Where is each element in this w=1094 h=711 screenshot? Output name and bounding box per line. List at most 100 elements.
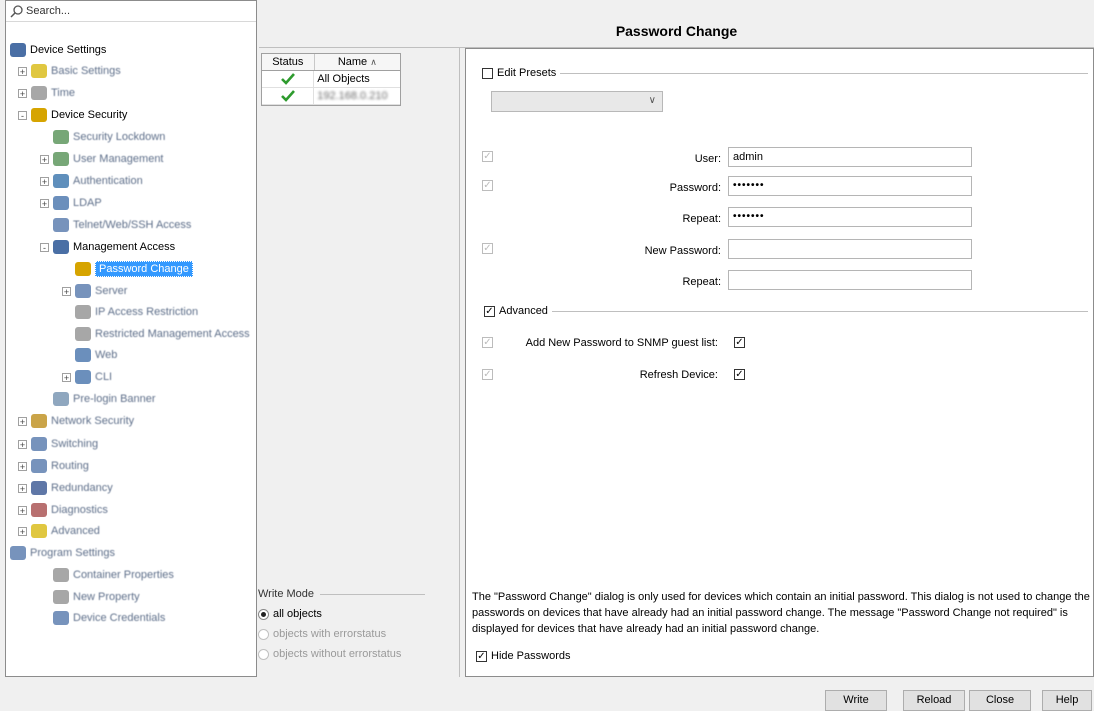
table-row[interactable]: All Objects: [262, 71, 400, 88]
edit-presets-label: Edit Presets: [497, 67, 557, 79]
tree-node-icon: [31, 503, 47, 517]
close-button[interactable]: Close: [969, 690, 1031, 711]
expand-icon[interactable]: +: [62, 286, 71, 296]
tree-item-security-lockdown[interactable]: Security Lockdown: [40, 127, 165, 147]
page-title: Password Change: [259, 15, 1094, 48]
tree-item-new-property[interactable]: New Property: [40, 587, 140, 607]
user-field[interactable]: admin: [728, 147, 972, 167]
tree-node-icon: [10, 546, 26, 560]
snmp-enable-checkbox[interactable]: ✓: [482, 337, 493, 348]
write-mode-legend: Write Mode: [258, 588, 315, 600]
tree-root-device-settings[interactable]: Device Settings: [10, 40, 106, 60]
snmp-label: Add New Password to SNMP guest list:: [525, 337, 718, 349]
tree-item-authentication[interactable]: + Authentication: [40, 171, 143, 191]
user-label: User:: [694, 153, 721, 165]
tree-node-icon: [53, 152, 69, 166]
expand-icon[interactable]: +: [40, 154, 49, 164]
help-button[interactable]: Help: [1042, 690, 1092, 711]
tree-node-icon: [75, 327, 91, 341]
tree-item-server[interactable]: + Server: [62, 281, 127, 301]
tree-item-switching[interactable]: + Switching: [18, 434, 98, 454]
tree-node-icon: [75, 348, 91, 362]
tree-item-container-properties[interactable]: Container Properties: [40, 565, 174, 585]
table-header: Status Name ∧: [262, 54, 400, 71]
expand-icon[interactable]: +: [18, 416, 27, 426]
radio-button[interactable]: [258, 608, 269, 620]
tree-item-label: IP Access Restriction: [95, 306, 199, 318]
snmp-checkbox[interactable]: ✓: [734, 337, 745, 348]
tree-item-web[interactable]: Web: [62, 345, 117, 365]
column-header-name[interactable]: Name ∧: [315, 54, 400, 70]
radio-objects-without-errorstatus[interactable]: objects without errorstatus: [258, 648, 425, 660]
refresh-enable-checkbox[interactable]: ✓: [482, 369, 493, 380]
repeat-password-field[interactable]: •••••••: [728, 207, 972, 227]
password-field[interactable]: •••••••: [728, 176, 972, 196]
collapse-icon[interactable]: -: [18, 110, 27, 120]
presets-dropdown[interactable]: ∨: [491, 91, 663, 112]
tree-item-network-security[interactable]: + Network Security: [18, 411, 134, 431]
tree-node-icon: [75, 262, 91, 276]
expand-icon[interactable]: +: [18, 66, 27, 76]
hide-passwords-label: Hide Passwords: [491, 650, 571, 662]
tree-item-program-settings[interactable]: Program Settings: [10, 543, 115, 563]
write-button[interactable]: Write: [825, 690, 887, 711]
table-row[interactable]: 192.168.0.210: [262, 88, 400, 105]
expand-icon[interactable]: +: [18, 483, 27, 493]
radio-button[interactable]: [258, 628, 269, 640]
refresh-device-checkbox[interactable]: ✓: [734, 369, 745, 380]
tree-item-basic-settings[interactable]: + Basic Settings: [18, 61, 121, 81]
password-enable-checkbox[interactable]: ✓: [482, 180, 493, 191]
expand-icon[interactable]: +: [18, 526, 27, 536]
expand-icon[interactable]: +: [18, 88, 27, 98]
new-password-enable-checkbox[interactable]: ✓: [482, 243, 493, 254]
tree-item-time[interactable]: + Time: [18, 83, 75, 103]
tree-item-label: Switching: [51, 438, 99, 450]
reload-button[interactable]: Reload: [903, 690, 965, 711]
tree-item-user-management[interactable]: + User Management: [40, 149, 164, 169]
search-icon: [10, 4, 23, 18]
tree-item-redundancy[interactable]: + Redundancy: [18, 478, 113, 498]
tree-item-ldap[interactable]: + LDAP: [40, 193, 102, 213]
tree-item-cli[interactable]: + CLI: [62, 367, 112, 387]
tree-item-device-credentials[interactable]: Device Credentials: [40, 608, 165, 628]
radio-objects-with-errorstatus[interactable]: objects with errorstatus: [258, 628, 425, 640]
collapse-icon[interactable]: -: [40, 242, 49, 252]
expand-icon[interactable]: +: [40, 198, 49, 208]
expand-icon[interactable]: +: [18, 461, 27, 471]
tree-item-telnet-web-ssh-access[interactable]: Telnet/Web/SSH Access: [40, 215, 191, 235]
tree-item-pre-login-banner[interactable]: Pre-login Banner: [40, 389, 156, 409]
tree-search[interactable]: Search...: [6, 1, 256, 22]
repeat-new-password-field[interactable]: [728, 270, 972, 290]
column-header-name-label: Name: [337, 56, 368, 68]
tree-item-label: Time: [51, 87, 76, 99]
device-list-panel: Status Name ∧ All Objects 192.168.0.210: [259, 48, 460, 677]
expand-icon[interactable]: +: [62, 372, 71, 382]
radio-button[interactable]: [258, 648, 269, 660]
tree-item-ip-access-restriction[interactable]: IP Access Restriction: [62, 302, 198, 322]
edit-presets-checkbox[interactable]: [482, 67, 493, 79]
column-header-status[interactable]: Status: [262, 54, 315, 70]
tree-item-password-change[interactable]: Password Change: [62, 259, 193, 279]
tree-item-restricted-management-access[interactable]: Restricted Management Access: [62, 324, 250, 344]
radio-all-objects[interactable]: all objects: [258, 608, 425, 620]
expand-icon[interactable]: +: [18, 439, 27, 449]
tree-item-label: User Management: [73, 153, 164, 165]
tree-item-diagnostics[interactable]: + Diagnostics: [18, 500, 108, 520]
expand-icon[interactable]: +: [18, 505, 27, 515]
new-password-field[interactable]: [728, 239, 972, 259]
tree-item-label: Restricted Management Access: [95, 328, 250, 340]
tree-node-icon: [31, 437, 47, 451]
tree-item-management-access[interactable]: - Management Access: [40, 237, 175, 257]
hide-passwords-checkbox[interactable]: ✓: [476, 650, 487, 662]
tree-item-device-security[interactable]: - Device Security: [18, 105, 127, 125]
tree-item-advanced[interactable]: + Advanced: [18, 521, 100, 541]
advanced-label: Advanced: [499, 305, 548, 317]
tree-node-icon: [53, 590, 69, 604]
tree-item-label: Device Credentials: [73, 612, 166, 624]
expand-icon[interactable]: +: [40, 176, 49, 186]
tree-item-routing[interactable]: + Routing: [18, 456, 89, 476]
advanced-checkbox[interactable]: ✓: [484, 305, 495, 317]
user-enable-checkbox[interactable]: ✓: [482, 151, 493, 162]
tree-node-icon: [53, 196, 69, 210]
